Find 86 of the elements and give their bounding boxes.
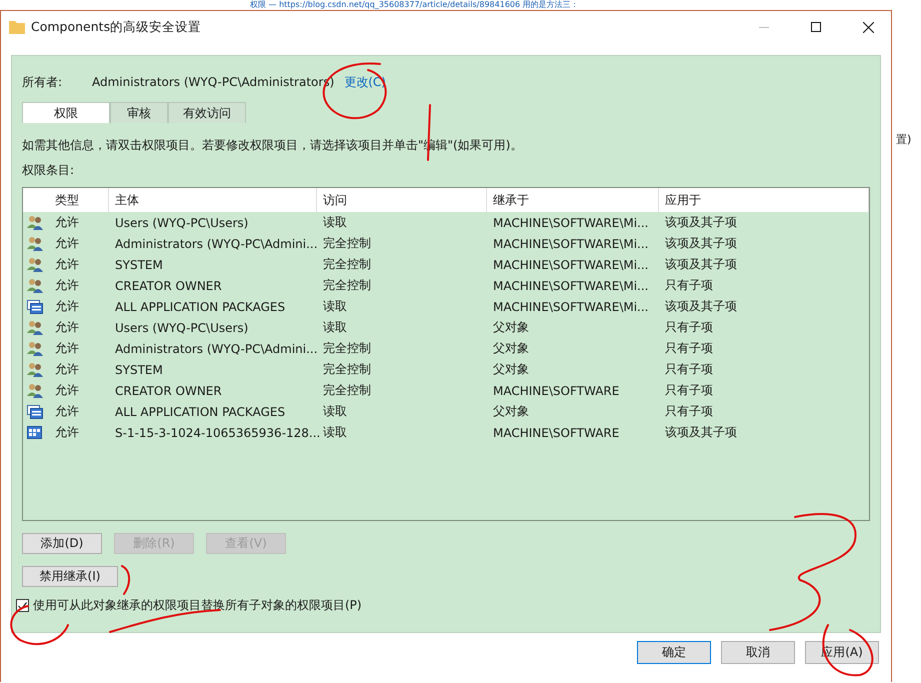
table-cell-text: MACHINE\SOFTWARE xyxy=(492,426,620,440)
table-cell-text: 该项及其子项 xyxy=(664,214,738,231)
app-package-icon xyxy=(27,404,43,418)
table-cell-text: MACHINE\SOFTWARE\Mi... xyxy=(492,300,650,314)
table-cell-text: 父对象 xyxy=(492,319,530,336)
table-cell-text: 只有子项 xyxy=(664,361,714,378)
table-cell-text: 完全控制 xyxy=(322,382,372,399)
table-cell-text: 允许 xyxy=(54,256,80,273)
table-cell-text: MACHINE\SOFTWARE\Mi... xyxy=(492,258,650,272)
table-cell-text: 读取 xyxy=(322,403,348,420)
table-cell-text: 读取 xyxy=(322,424,348,441)
table-cell-text: 只有子项 xyxy=(664,277,714,294)
dialog-button[interactable]: 取消 xyxy=(721,641,795,664)
folder-icon xyxy=(9,20,25,34)
table-cell-text: 读取 xyxy=(322,298,348,315)
table-cell-text: 只有子项 xyxy=(664,382,714,399)
table-cell-text: Users (WYQ-PC\Users) xyxy=(114,216,250,230)
table-cell-text: 允许 xyxy=(54,298,80,315)
user-group-icon xyxy=(27,320,43,335)
table-cell-text: 允许 xyxy=(54,277,80,294)
background-page-text: 置) xyxy=(895,132,912,147)
table-cell-text: 允许 xyxy=(54,403,80,420)
user-group-icon xyxy=(27,236,43,251)
table-cell-text: 完全控制 xyxy=(322,361,372,378)
user-group-icon xyxy=(27,383,43,398)
table-cell-text: SYSTEM xyxy=(114,362,164,376)
table-cell-text: 允许 xyxy=(54,340,80,357)
table-cell-text: Administrators (WYQ-PC\Admini... xyxy=(114,342,317,356)
tab[interactable]: 权限 xyxy=(22,102,110,123)
table-cell-text: 读取 xyxy=(322,214,348,231)
table-cell-text: Administrators (WYQ-PC\Admini... xyxy=(114,236,317,250)
table-cell-text: 允许 xyxy=(54,361,80,378)
table-cell-text: 允许 xyxy=(54,319,80,336)
table-cell-text: 只有子项 xyxy=(664,340,714,357)
table-cell-text: 允许 xyxy=(54,214,80,231)
table-cell-text: CREATOR OWNER xyxy=(114,278,223,292)
window-title: Components的高级安全设置 xyxy=(31,18,202,36)
close-icon[interactable] xyxy=(862,22,874,32)
column-header[interactable]: 访问 xyxy=(317,188,487,212)
table-cell-text: 该项及其子项 xyxy=(664,298,738,315)
entries-label: 权限条目: xyxy=(22,162,76,179)
column-header[interactable]: 类型 xyxy=(49,188,109,212)
column-header[interactable]: 应用于 xyxy=(659,188,869,212)
table-cell-text: 父对象 xyxy=(492,340,530,357)
app-package-icon xyxy=(27,300,43,314)
user-group-icon xyxy=(27,257,43,272)
dialog-button[interactable]: 确定 xyxy=(637,641,711,664)
table-cell-text: SYSTEM xyxy=(114,258,164,272)
entry-button[interactable]: 添加(D) xyxy=(22,533,102,554)
table-cell-text: ALL APPLICATION PACKAGES xyxy=(114,404,286,418)
maximize-icon[interactable] xyxy=(811,22,821,32)
table-cell-text: 只有子项 xyxy=(664,319,714,336)
table-cell-text: MACHINE\SOFTWARE\Mi... xyxy=(492,216,650,230)
user-group-icon xyxy=(27,215,43,230)
table-cell-text: Users (WYQ-PC\Users) xyxy=(114,320,250,334)
table-cell-text: 父对象 xyxy=(492,403,530,420)
table-cell-text: 父对象 xyxy=(492,361,530,378)
table-cell-text: 允许 xyxy=(54,235,80,252)
table-cell-text: MACHINE\SOFTWARE xyxy=(492,384,620,398)
user-group-icon xyxy=(27,341,43,356)
table-cell-text: 只有子项 xyxy=(664,403,714,420)
table-cell-text: ALL APPLICATION PACKAGES xyxy=(114,300,286,314)
table-cell-text: 该项及其子项 xyxy=(664,424,738,441)
table-cell-text: 完全控制 xyxy=(322,235,372,252)
table-cell-text: MACHINE\SOFTWARE\Mi... xyxy=(492,278,650,292)
table-cell-text: 完全控制 xyxy=(322,340,372,357)
tab[interactable]: 审核 xyxy=(110,102,168,123)
table-cell-text: 该项及其子项 xyxy=(664,256,738,273)
table-cell-text: 允许 xyxy=(54,424,80,441)
user-group-icon xyxy=(27,278,43,293)
disable-inheritance-button[interactable]: 禁用继承(I) xyxy=(22,566,118,587)
table-cell-text: 允许 xyxy=(54,382,80,399)
table-cell-text: 读取 xyxy=(322,319,348,336)
table-cell-text: CREATOR OWNER xyxy=(114,384,223,398)
table-cell-text: 完全控制 xyxy=(322,256,372,273)
background-page-text: 权限 — https://blog.csdn.net/qq_35608377/article/details/89841606 用的是方法三： xyxy=(249,0,580,10)
grid-window-icon xyxy=(27,426,42,439)
user-group-icon xyxy=(27,362,43,377)
table-cell-text: MACHINE\SOFTWARE\Mi... xyxy=(492,236,650,250)
tab[interactable]: 有效访问 xyxy=(168,102,246,123)
table-cell-text: 该项及其子项 xyxy=(664,235,738,252)
table-cell-text: 完全控制 xyxy=(322,277,372,294)
owner-label: 所有者: xyxy=(22,74,64,90)
table-cell-text: S-1-15-3-1024-1065365936-128... xyxy=(114,426,317,440)
column-header[interactable]: 继承于 xyxy=(487,188,659,212)
column-header[interactable]: 主体 xyxy=(109,188,317,212)
